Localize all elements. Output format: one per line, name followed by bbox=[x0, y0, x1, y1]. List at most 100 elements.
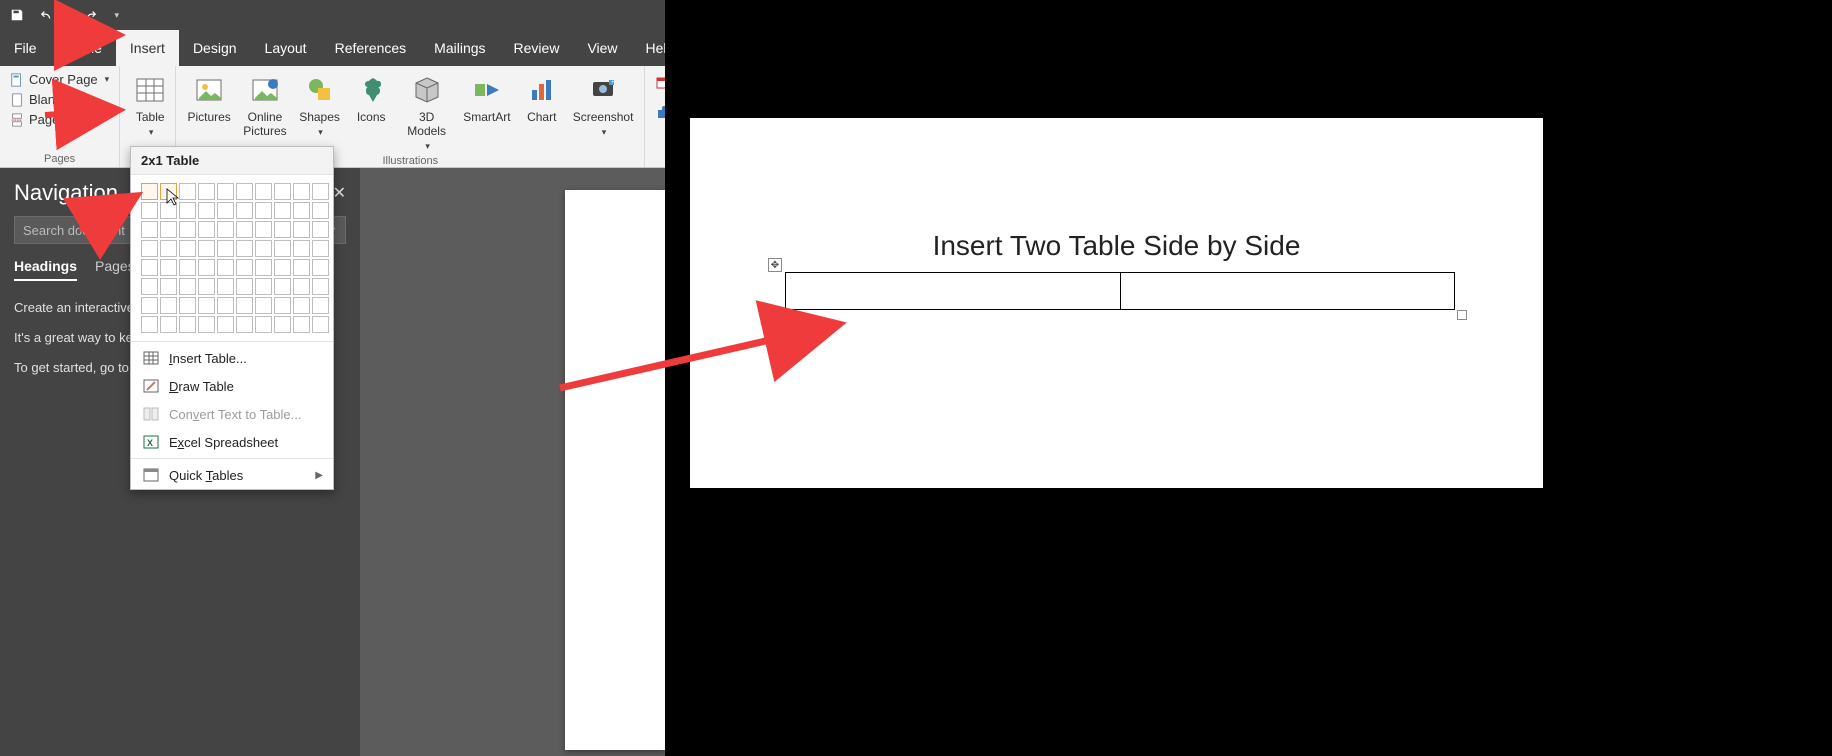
table-grid-cell[interactable] bbox=[141, 202, 158, 219]
quick-tables-item[interactable]: Quick Tables ▶ bbox=[131, 461, 333, 489]
table-cell[interactable] bbox=[1121, 273, 1455, 309]
table-grid-cell[interactable] bbox=[312, 240, 329, 257]
table-grid-cell[interactable] bbox=[179, 259, 196, 276]
table-grid-cell[interactable] bbox=[198, 278, 215, 295]
table-grid-cell[interactable] bbox=[179, 183, 196, 200]
table-grid-cell[interactable] bbox=[312, 259, 329, 276]
table-grid-cell[interactable] bbox=[293, 278, 310, 295]
blank-page-button[interactable]: Blank Page bbox=[6, 90, 113, 109]
nav-tab-headings[interactable]: Headings bbox=[14, 258, 77, 281]
screenshot-button[interactable]: + Screenshot▾ bbox=[568, 70, 639, 153]
tab-review[interactable]: Review bbox=[500, 30, 574, 66]
table-grid-cell[interactable] bbox=[160, 183, 177, 200]
tab-layout[interactable]: Layout bbox=[251, 30, 321, 66]
tab-references[interactable]: References bbox=[321, 30, 421, 66]
table-grid-cell[interactable] bbox=[236, 183, 253, 200]
table-grid-cell[interactable] bbox=[198, 202, 215, 219]
nav-tab-pages[interactable]: Pages bbox=[95, 258, 135, 281]
table-grid-cell[interactable] bbox=[255, 240, 272, 257]
table-grid-cell[interactable] bbox=[141, 278, 158, 295]
table-grid-cell[interactable] bbox=[236, 316, 253, 333]
tab-design[interactable]: Design bbox=[179, 30, 251, 66]
shapes-button[interactable]: Shapes▾ bbox=[294, 70, 345, 153]
smartart-button[interactable]: SmartArt bbox=[458, 70, 516, 153]
table-grid-cell[interactable] bbox=[255, 183, 272, 200]
tab-view[interactable]: View bbox=[573, 30, 631, 66]
table-grid-cell[interactable] bbox=[274, 278, 291, 295]
table-grid-cell[interactable] bbox=[293, 297, 310, 314]
tab-home[interactable]: Home bbox=[51, 30, 116, 66]
table-grid-cell[interactable] bbox=[217, 259, 234, 276]
table-grid-cell[interactable] bbox=[141, 221, 158, 238]
table-grid-cell[interactable] bbox=[160, 278, 177, 295]
pictures-button[interactable]: Pictures bbox=[182, 70, 236, 153]
save-icon[interactable] bbox=[6, 4, 28, 26]
page-break-button[interactable]: Page Break bbox=[6, 110, 113, 129]
table-grid-cell[interactable] bbox=[198, 316, 215, 333]
qat-customize-caret[interactable]: ▾ bbox=[115, 10, 120, 21]
table-grid-cell[interactable] bbox=[236, 202, 253, 219]
table-grid-cell[interactable] bbox=[293, 183, 310, 200]
table-grid-cell[interactable] bbox=[179, 278, 196, 295]
table-grid-cell[interactable] bbox=[160, 240, 177, 257]
table-grid-cell[interactable] bbox=[274, 221, 291, 238]
table-grid-cell[interactable] bbox=[255, 221, 272, 238]
table-grid-cell[interactable] bbox=[274, 316, 291, 333]
table-grid-cell[interactable] bbox=[312, 297, 329, 314]
table-grid-cell[interactable] bbox=[293, 240, 310, 257]
table-grid-cell[interactable] bbox=[274, 297, 291, 314]
table-grid-cell[interactable] bbox=[160, 259, 177, 276]
table-grid-cell[interactable] bbox=[236, 240, 253, 257]
table-resize-handle[interactable] bbox=[1457, 310, 1467, 320]
table-grid-cell[interactable] bbox=[217, 240, 234, 257]
table-grid-cell[interactable] bbox=[274, 183, 291, 200]
table-grid-cell[interactable] bbox=[217, 278, 234, 295]
table-grid-cell[interactable] bbox=[179, 202, 196, 219]
table-move-handle[interactable]: ✥ bbox=[768, 258, 782, 272]
table-grid-cell[interactable] bbox=[198, 240, 215, 257]
tab-file[interactable]: File bbox=[0, 30, 51, 66]
table-grid-cell[interactable] bbox=[255, 259, 272, 276]
table-grid-cell[interactable] bbox=[179, 316, 196, 333]
table-grid-cell[interactable] bbox=[312, 278, 329, 295]
table-grid-cell[interactable] bbox=[274, 202, 291, 219]
table-grid-cell[interactable] bbox=[274, 240, 291, 257]
table-grid-cell[interactable] bbox=[293, 202, 310, 219]
table-grid-cell[interactable] bbox=[217, 297, 234, 314]
table-grid-cell[interactable] bbox=[141, 240, 158, 257]
table-grid-cell[interactable] bbox=[293, 221, 310, 238]
draw-table-item[interactable]: Draw Table bbox=[131, 372, 333, 400]
excel-spreadsheet-item[interactable]: X Excel Spreadsheet bbox=[131, 428, 333, 456]
tab-mailings[interactable]: Mailings bbox=[420, 30, 499, 66]
table-grid-cell[interactable] bbox=[217, 202, 234, 219]
table-grid-cell[interactable] bbox=[236, 297, 253, 314]
table-grid-cell[interactable] bbox=[312, 202, 329, 219]
table-grid-cell[interactable] bbox=[141, 297, 158, 314]
table-grid-cell[interactable] bbox=[293, 259, 310, 276]
table-grid-cell[interactable] bbox=[179, 240, 196, 257]
table-grid-cell[interactable] bbox=[255, 297, 272, 314]
undo-icon[interactable] bbox=[36, 4, 58, 26]
table-grid-cell[interactable] bbox=[141, 183, 158, 200]
tab-insert[interactable]: Insert bbox=[116, 30, 179, 66]
table-grid-cell[interactable] bbox=[255, 316, 272, 333]
table-grid-cell[interactable] bbox=[141, 259, 158, 276]
table-grid-cell[interactable] bbox=[160, 221, 177, 238]
chart-button[interactable]: Chart bbox=[518, 70, 566, 153]
table-grid-cell[interactable] bbox=[179, 221, 196, 238]
table-grid-cell[interactable] bbox=[179, 297, 196, 314]
undo-dropdown-caret[interactable]: ▾ bbox=[66, 10, 71, 21]
insert-table-item[interactable]: Insert Table... bbox=[131, 344, 333, 372]
table-grid-cell[interactable] bbox=[236, 259, 253, 276]
table-grid-cell[interactable] bbox=[293, 316, 310, 333]
icons-button[interactable]: Icons bbox=[347, 70, 395, 153]
table-grid-cell[interactable] bbox=[217, 316, 234, 333]
result-table[interactable] bbox=[785, 272, 1455, 310]
3d-models-button[interactable]: 3DModels ▾ bbox=[397, 70, 456, 153]
table-grid-cell[interactable] bbox=[198, 259, 215, 276]
table-grid-cell[interactable] bbox=[312, 316, 329, 333]
cover-page-button[interactable]: Cover Page▾ bbox=[6, 70, 113, 89]
online-pictures-button[interactable]: OnlinePictures bbox=[238, 70, 292, 153]
table-cell[interactable] bbox=[786, 273, 1121, 309]
table-grid-cell[interactable] bbox=[255, 278, 272, 295]
